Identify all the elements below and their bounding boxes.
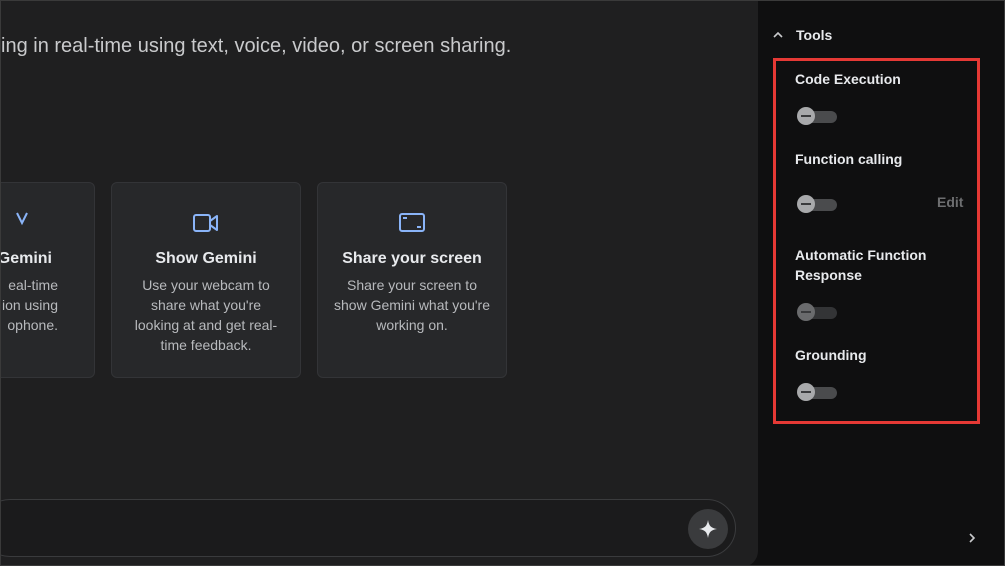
card-desc-line: ophone.: [7, 317, 58, 333]
card-description: eal-time ion using ophone.: [1, 275, 58, 335]
chevron-right-icon: [969, 533, 976, 543]
run-button[interactable]: [688, 509, 728, 549]
prompt-input[interactable]: [1, 499, 736, 557]
toggle-thumb: [797, 303, 815, 321]
toggle-thumb: [797, 107, 815, 125]
main-panel: ing in real-time using text, voice, vide…: [0, 1, 758, 565]
card-title: Share your screen: [342, 250, 482, 267]
run-settings-panel: Tools Code Execution Function calling Ed…: [758, 1, 1004, 565]
grounding-label: Grounding: [795, 347, 867, 363]
code-execution-toggle[interactable]: [797, 107, 839, 125]
sparkle-icon: [699, 520, 717, 538]
card-title: Gemini: [0, 250, 52, 267]
screen-share-icon: [399, 213, 425, 232]
function-calling-label: Function calling: [795, 151, 903, 167]
toggle-thumb: [797, 383, 815, 401]
tools-label: Tools: [796, 27, 833, 43]
card-desc-line: ion using: [1, 297, 58, 313]
card-title: Show Gemini: [155, 250, 257, 267]
microphone-icon: [16, 212, 28, 226]
card-description: Share your screen to show Gemini what yo…: [334, 277, 490, 333]
card-description: Use your webcam to share what you're loo…: [134, 277, 278, 353]
app-window: ing in real-time using text, voice, vide…: [0, 0, 1005, 566]
function-calling-toggle[interactable]: [797, 195, 839, 213]
code-execution-label: Code Execution: [795, 71, 901, 87]
expand-panel-button[interactable]: [968, 531, 976, 547]
talk-to-gemini-card[interactable]: Gemini eal-time ion using ophone.: [0, 182, 95, 378]
automatic-function-response-toggle[interactable]: [797, 303, 839, 321]
toggle-thumb: [797, 195, 815, 213]
video-camera-icon: [193, 214, 218, 232]
tools-section-header[interactable]: Tools: [772, 25, 832, 45]
chevron-up-icon: [773, 31, 783, 38]
intro-text: ing in real-time using text, voice, vide…: [1, 35, 512, 57]
show-gemini-card[interactable]: Show Gemini Use your webcam to share wha…: [111, 182, 301, 378]
grounding-toggle[interactable]: [797, 383, 839, 401]
automatic-function-response-label: Automatic Function Response: [795, 247, 927, 283]
card-desc-line: eal-time: [8, 277, 58, 293]
share-screen-card[interactable]: Share your screen Share your screen to s…: [317, 182, 507, 378]
function-calling-edit-button[interactable]: Edit: [937, 194, 963, 210]
